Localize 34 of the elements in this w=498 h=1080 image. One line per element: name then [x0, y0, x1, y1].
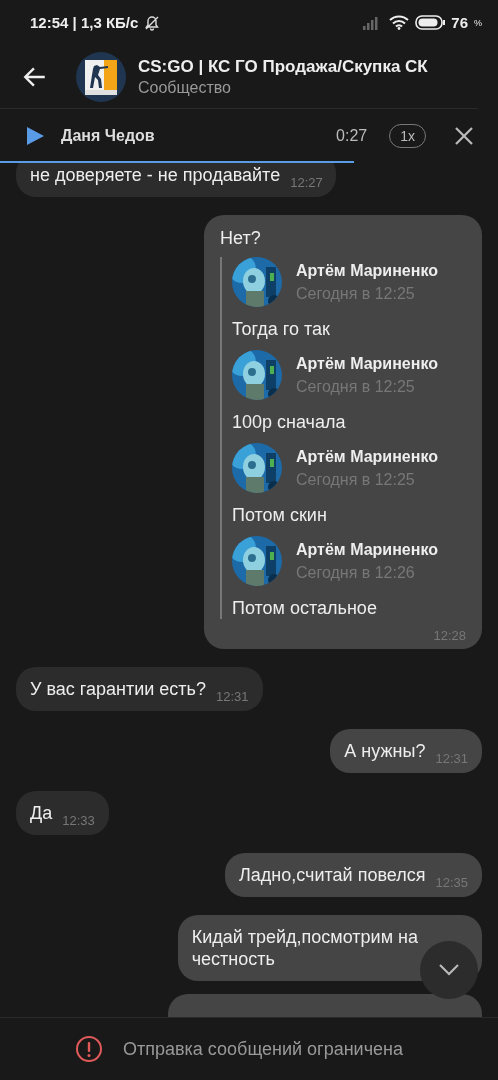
- message-text: 100р сначала: [232, 412, 347, 433]
- message-time: 12:27: [290, 175, 323, 190]
- bell-off-icon: [144, 14, 161, 31]
- close-icon[interactable]: [454, 126, 474, 146]
- audio-author: Даня Чедов: [61, 127, 155, 145]
- author-name: Артём Мариненко: [296, 540, 438, 559]
- soldier-logo-icon: [76, 51, 126, 102]
- chevron-down-icon: [439, 964, 459, 976]
- message-text: Кидай трейд,посмотрим на честность: [191, 926, 418, 970]
- message-time: 12:33: [62, 813, 95, 828]
- message-text: У вас гарантии есть?: [30, 678, 206, 700]
- battery-level: 76: [451, 14, 468, 31]
- message-text: не доверяете - не продавайте: [30, 164, 281, 186]
- message-text: Да: [30, 802, 53, 824]
- author-name: Артём Мариненко: [296, 261, 438, 280]
- audio-duration: 0:27: [336, 127, 368, 145]
- community-title: CS:GO | КС ГО Продажа/Скупка СК: [138, 56, 428, 77]
- message-time: 12:31: [215, 689, 249, 704]
- battery-unit: %: [474, 17, 482, 28]
- message-text: Потом остальное: [232, 598, 378, 619]
- author-name: Артём Мариненко: [296, 447, 438, 466]
- status-time: 12:54 | 1,3 КБ/с: [30, 14, 139, 31]
- community-subtitle: Сообщество: [138, 78, 232, 97]
- message-text: Тогда го так: [232, 319, 331, 340]
- message-text: А нужны?: [344, 740, 426, 762]
- author-name: Артём Мариненко: [296, 354, 438, 373]
- battery-icon: [415, 15, 446, 30]
- warning-icon: [75, 1035, 103, 1063]
- wifi-icon: [389, 15, 410, 30]
- restriction-notice: Отправка сообщений ограничена: [123, 1038, 403, 1060]
- message-text: Ладно,считай повелся: [239, 864, 426, 886]
- message-text: Потом скин: [232, 505, 328, 526]
- play-icon[interactable]: [25, 126, 45, 146]
- message-text: Нет?: [220, 227, 262, 249]
